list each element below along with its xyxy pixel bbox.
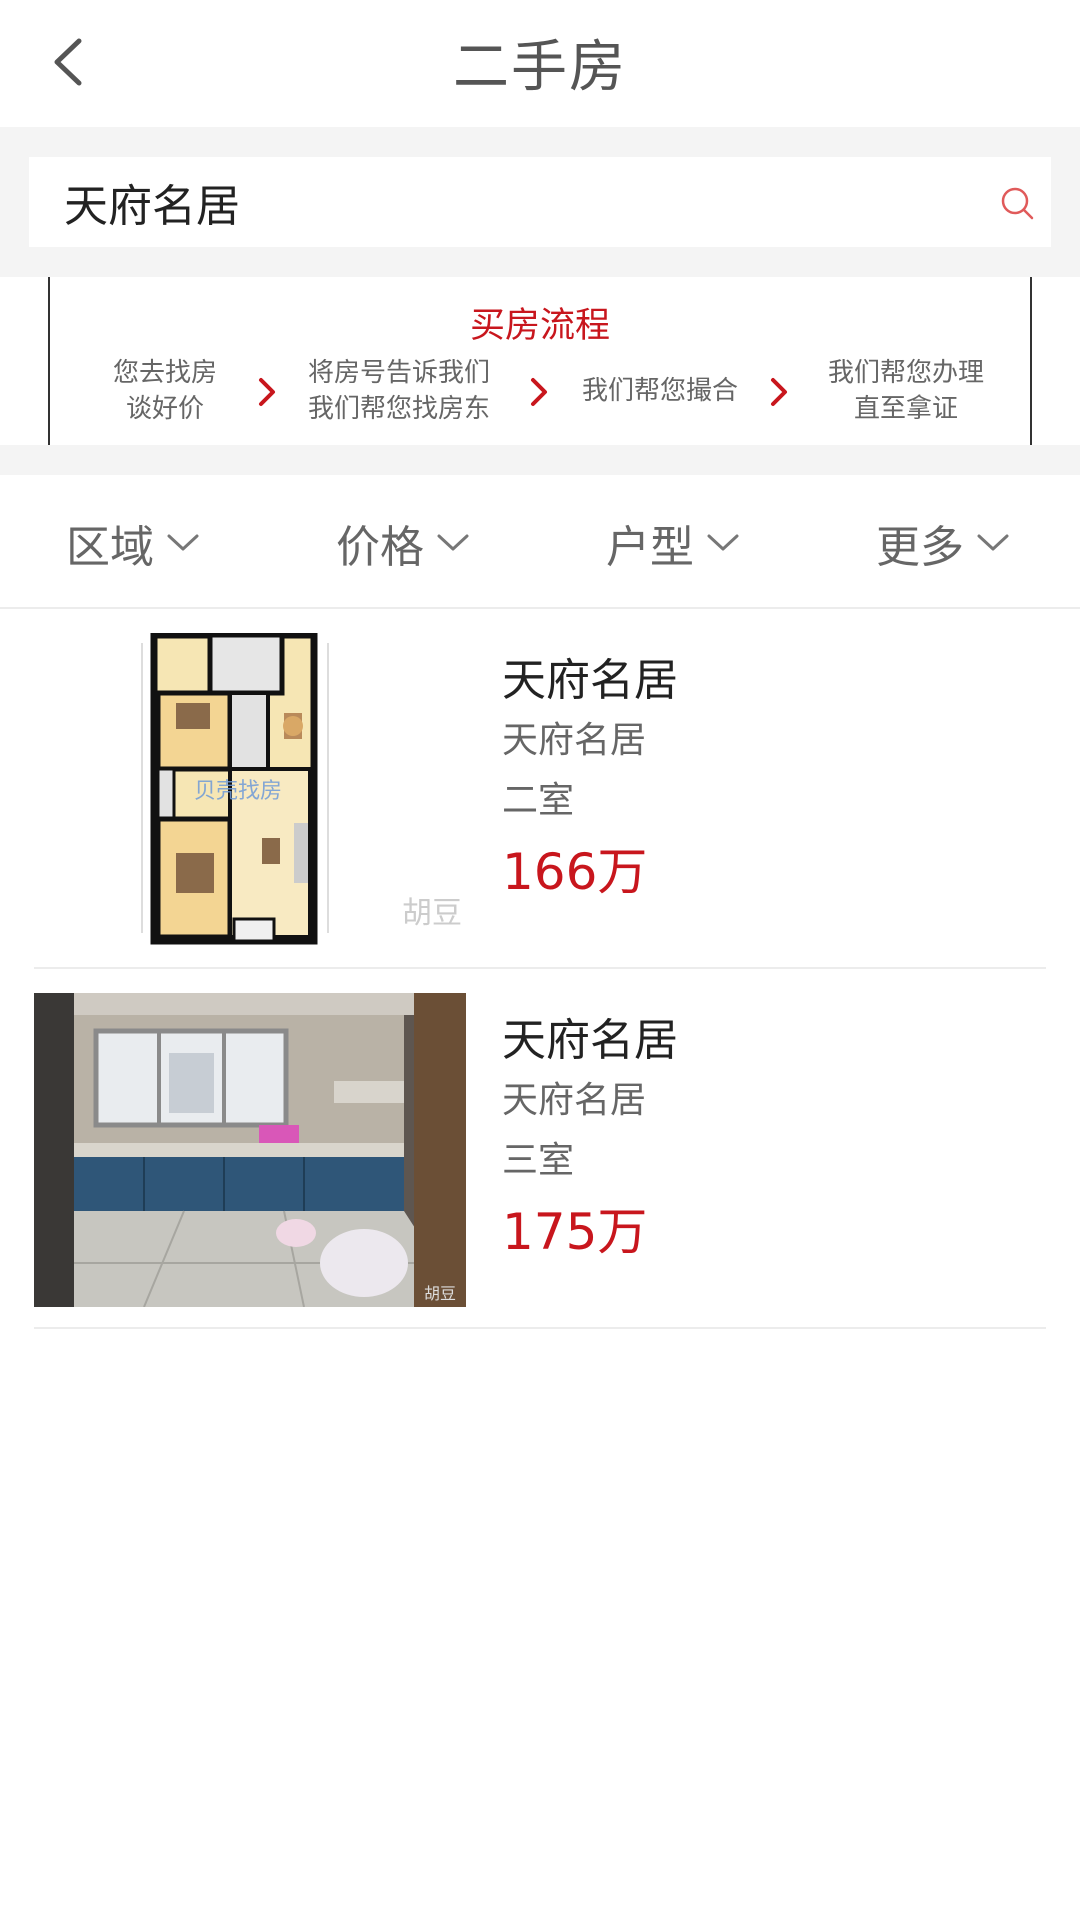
process-step-2-line2: 我们帮您找房东	[307, 394, 490, 424]
chevron-right-icon	[259, 378, 275, 406]
chevron-down-icon	[977, 534, 1009, 551]
search-input[interactable]	[64, 157, 964, 247]
process-step-1: 您去找房 谈好价	[90, 355, 240, 427]
process-step-4-line1: 我们帮您办理	[827, 358, 984, 388]
photo-watermark-site: 胡豆	[424, 1284, 456, 1303]
listing-layout: 三室	[502, 1140, 575, 1181]
listing-community: 天府名居	[502, 720, 647, 761]
buying-process-banner: 买房流程 您去找房 谈好价 将房号告诉我们 我们帮您找房东 我们帮您撮合 我们帮…	[48, 277, 1032, 445]
chevron-down-icon	[707, 534, 739, 551]
process-step-2: 将房号告诉我们 我们帮您找房东	[294, 355, 504, 427]
listing-price: 175万	[502, 1203, 648, 1261]
floor-plan-watermark-logo: 贝壳找房	[194, 779, 282, 804]
filter-layout[interactable]: 户型	[606, 513, 740, 573]
listing-title: 天府名居	[502, 655, 678, 706]
listing-title: 天府名居	[502, 1015, 678, 1066]
listing-info: 天府名居 天府名居 二室 166万	[502, 651, 678, 907]
filter-price[interactable]: 价格	[336, 513, 470, 573]
floor-plan-image: 贝壳找房 胡豆	[34, 633, 466, 947]
search-box	[29, 157, 1051, 247]
filter-price-label: 价格	[336, 522, 424, 573]
search-icon[interactable]	[997, 183, 1037, 223]
process-step-1-line1: 您去找房	[112, 358, 217, 388]
filter-district-label: 区域	[66, 522, 154, 573]
search-bar-area	[0, 127, 1080, 277]
filter-bar: 区域 价格 户型 更多	[0, 475, 1080, 609]
page-title: 二手房	[453, 35, 627, 100]
process-step-1-line2: 谈好价	[125, 394, 204, 424]
listing-layout: 二室	[502, 780, 575, 821]
filter-more[interactable]: 更多	[876, 513, 1010, 573]
chevron-right-icon	[531, 378, 547, 406]
process-step-2-line1: 将房号告诉我们	[307, 358, 490, 388]
process-step-4: 我们帮您办理 直至拿证	[806, 355, 1006, 427]
listing-price: 166万	[502, 843, 648, 901]
process-step-4-line2: 直至拿证	[853, 394, 958, 424]
process-title: 买房流程	[469, 306, 610, 346]
listing-community: 天府名居	[502, 1080, 647, 1121]
chevron-right-icon	[771, 378, 787, 406]
filter-layout-label: 户型	[606, 522, 694, 573]
filter-more-label: 更多	[876, 522, 964, 573]
floor-plan-watermark-site: 胡豆	[402, 896, 462, 931]
filter-district[interactable]: 区域	[66, 513, 200, 573]
process-step-3-line1: 我们帮您撮合	[581, 376, 738, 406]
section-divider	[0, 445, 1080, 475]
listing-item[interactable]: 胡豆 天府名居 天府名居 三室 175万	[34, 969, 1046, 1329]
process-step-3: 我们帮您撮合	[564, 373, 756, 409]
listing-info: 天府名居 天府名居 三室 175万	[502, 1011, 678, 1267]
top-nav-bar: 二手房	[0, 0, 1080, 127]
listing-item[interactable]: 贝壳找房 胡豆 天府名居 天府名居 二室 166万	[34, 609, 1046, 969]
chevron-down-icon	[437, 534, 469, 551]
kitchen-photo-image: 胡豆	[34, 993, 466, 1307]
chevron-down-icon	[167, 534, 199, 551]
